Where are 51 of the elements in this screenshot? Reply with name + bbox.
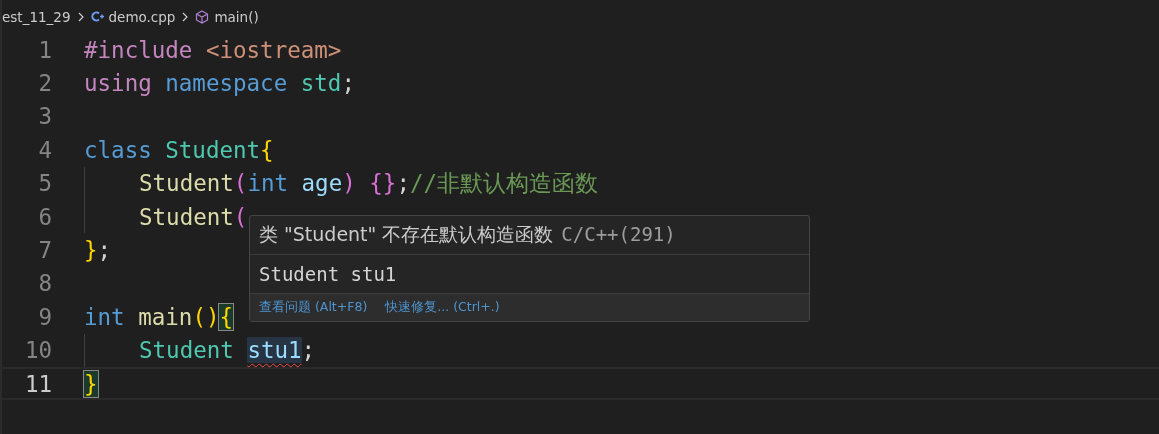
error-code: C/C++(291) bbox=[561, 223, 676, 245]
breadcrumb-item[interactable]: main() bbox=[214, 8, 259, 25]
code-token: ; bbox=[97, 237, 112, 264]
code-token: std bbox=[300, 70, 342, 97]
breadcrumb-item[interactable]: est_11_29 bbox=[2, 8, 71, 25]
code-token: stu1 bbox=[247, 337, 302, 364]
code-token: ( bbox=[233, 203, 248, 230]
code-token: } bbox=[84, 237, 98, 264]
code-token: int bbox=[247, 170, 289, 197]
line-number: 9 bbox=[37, 303, 53, 330]
code-token: () bbox=[192, 303, 220, 330]
line-number: 10 bbox=[23, 337, 53, 364]
line-number: 4 bbox=[37, 136, 53, 163]
line-number: 2 bbox=[37, 70, 53, 97]
code-token: class bbox=[84, 136, 153, 163]
code-token: { bbox=[219, 303, 233, 330]
code-token: {} bbox=[369, 170, 397, 197]
line-number: 8 bbox=[37, 270, 53, 297]
code-token: Student bbox=[139, 337, 235, 364]
action-link[interactable]: 快速修复... (Ctrl+.) bbox=[385, 299, 500, 316]
line-number: 7 bbox=[37, 237, 53, 264]
code-token: Student bbox=[139, 170, 234, 197]
chevron-icon bbox=[76, 11, 85, 22]
chevron-icon bbox=[181, 11, 190, 22]
line-number: 5 bbox=[37, 170, 53, 197]
code-token: ; bbox=[341, 70, 355, 97]
code-token: #include bbox=[84, 36, 194, 63]
breadcrumb-item[interactable]: demo.cpp bbox=[108, 8, 176, 25]
line-number: 6 bbox=[37, 203, 53, 230]
code-token: //非默认构造函数 bbox=[409, 168, 599, 198]
code-token: ) bbox=[342, 170, 357, 197]
indent-guide bbox=[84, 333, 85, 367]
code-token: namespace bbox=[165, 70, 289, 97]
code-token: ; bbox=[301, 337, 316, 364]
line-number: 11 bbox=[23, 370, 53, 397]
code-token: Student bbox=[165, 136, 261, 163]
code-token: main bbox=[138, 303, 193, 330]
line-number: 3 bbox=[37, 103, 53, 130]
line-number: 1 bbox=[37, 36, 53, 63]
code-token: Student bbox=[139, 203, 234, 230]
code-token: using bbox=[84, 70, 153, 97]
code-signature: Student stu1 bbox=[258, 262, 398, 287]
code-token: } bbox=[84, 370, 98, 397]
error-message: 类 "Student" 不存在默认构造函数 bbox=[259, 222, 554, 247]
code-token: int bbox=[84, 303, 126, 330]
code-token: ( bbox=[233, 170, 248, 197]
code-token: age bbox=[301, 170, 343, 197]
action-link[interactable]: 查看问题 (Alt+F8) bbox=[259, 299, 368, 316]
code-token: <iostream> bbox=[205, 36, 342, 63]
code-token: { bbox=[260, 136, 274, 163]
code-token: ; bbox=[396, 170, 410, 197]
